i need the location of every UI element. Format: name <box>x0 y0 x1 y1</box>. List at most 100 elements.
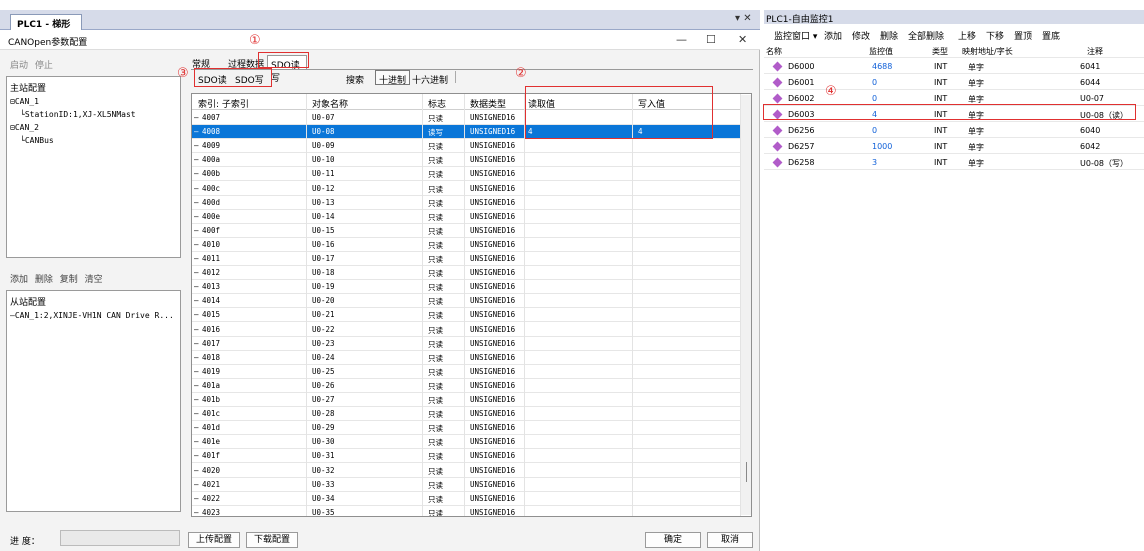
table-cell: 4021 <box>202 479 221 489</box>
monitor-cell: 单字 <box>968 127 984 136</box>
col-object-name[interactable]: 对象名称 <box>312 97 348 110</box>
tree-line-icon: — <box>194 239 199 249</box>
slave-config-panel: 从站配置 —CAN_1:2,XINJE-VH1N CAN Drive R... <box>6 290 181 512</box>
stop-button[interactable]: 停止 <box>35 61 53 71</box>
copy-button[interactable]: 复制 <box>60 275 78 285</box>
monitor-tool-6[interactable]: 下移 <box>986 29 1004 42</box>
table-row[interactable]: 400b U0-11 只读 UNSIGNED16 — <box>192 167 740 182</box>
table-row[interactable]: 4019 U0-25 只读 UNSIGNED16 — <box>192 365 740 379</box>
table-row[interactable]: 4014 U0-20 只读 UNSIGNED16 — <box>192 294 740 309</box>
table-row[interactable]: 4016 U0-22 只读 UNSIGNED16 — <box>192 323 740 337</box>
monitor-row[interactable]: D6256 0 INT 单字 6040 <box>764 122 1144 138</box>
table-cell: 只读 <box>428 508 443 517</box>
monitor-tool-1[interactable]: 添加 <box>824 29 842 42</box>
table-row[interactable]: 4017 U0-23 只读 UNSIGNED16 — <box>192 337 740 351</box>
monitor-tool-8[interactable]: 置底 <box>1042 29 1060 42</box>
search-button[interactable]: 搜索 <box>346 73 364 86</box>
table-row[interactable]: 401a U0-26 只读 UNSIGNED16 — <box>192 379 740 393</box>
upload-config-button[interactable]: 上传配置 <box>188 532 240 548</box>
col-data-type[interactable]: 数据类型 <box>470 97 506 110</box>
table-row[interactable]: 4012 U0-18 只读 UNSIGNED16 — <box>192 266 740 281</box>
tree-node-station[interactable]: └StationID:1,XJ-XL5NMast <box>10 108 136 121</box>
monitor-tool-3[interactable]: 删除 <box>880 29 898 42</box>
table-row[interactable]: 401d U0-29 只读 UNSIGNED16 — <box>192 421 740 436</box>
tree-line-icon: — <box>194 380 199 390</box>
maximize-icon[interactable]: ☐ <box>706 33 716 46</box>
table-row[interactable]: 400e U0-14 只读 UNSIGNED16 — <box>192 210 740 224</box>
minimize-icon[interactable]: — <box>676 33 687 46</box>
table-cell: 401d <box>202 423 221 433</box>
monitor-row[interactable]: D6258 3 INT 单字 U0-08（写） <box>764 154 1144 170</box>
table-row[interactable]: 400c U0-12 只读 UNSIGNED16 — <box>192 182 740 196</box>
slave-config-title: 从站配置 <box>10 298 47 308</box>
monitor-cell: INT <box>934 94 948 103</box>
start-button[interactable]: 启动 <box>10 61 28 71</box>
monitor-tool-2[interactable]: 修改 <box>852 29 870 42</box>
monitor-cell: D6256 <box>788 126 815 135</box>
table-cell: 只读 <box>428 494 443 504</box>
tab-plc1-ladder[interactable]: PLC1 - 梯形图 <box>10 14 82 43</box>
scrollbar-thumb[interactable] <box>746 462 747 482</box>
table-cell: U0-25 <box>312 366 335 376</box>
table-row[interactable]: 4022 U0-34 只读 UNSIGNED16 — <box>192 492 740 506</box>
download-config-button[interactable]: 下载配置 <box>246 532 298 548</box>
column-divider <box>524 94 525 516</box>
table-cell: 4023 <box>202 507 221 517</box>
hex-toggle[interactable]: 十六进制 <box>412 73 448 86</box>
table-row[interactable]: 401f U0-31 只读 UNSIGNED16 — <box>192 449 740 464</box>
monitor-tool-7[interactable]: 置顶 <box>1014 29 1032 42</box>
decimal-toggle[interactable]: 十进制 <box>375 70 411 86</box>
table-cell: UNSIGNED16 <box>470 282 516 292</box>
table-cell: UNSIGNED16 <box>470 380 516 390</box>
table-row[interactable]: 400a U0-10 只读 UNSIGNED16 — <box>192 153 740 168</box>
delete-button[interactable]: 删除 <box>35 275 53 285</box>
table-row[interactable]: 4021 U0-33 只读 UNSIGNED16 — <box>192 478 740 492</box>
table-row[interactable]: 4023 U0-35 只读 UNSIGNED16 — <box>192 506 740 517</box>
table-cell: U0-21 <box>312 310 335 320</box>
monitor-tool-5[interactable]: 上移 <box>958 29 976 42</box>
table-row[interactable]: 4020 U0-32 只读 UNSIGNED16 — <box>192 464 740 478</box>
table-row[interactable]: 4009 U0-09 只读 UNSIGNED16 — <box>192 139 740 154</box>
table-row[interactable]: 400d U0-13 只读 UNSIGNED16 — <box>192 196 740 210</box>
add-button[interactable]: 添加 <box>10 275 28 285</box>
monitor-row[interactable]: D6001 0 INT 单字 6044 <box>764 74 1144 90</box>
monitor-cell: D6002 <box>788 94 815 103</box>
table-cell: UNSIGNED16 <box>470 479 516 489</box>
table-cell: UNSIGNED16 <box>470 169 516 179</box>
monitor-tool-0[interactable]: 监控窗口 ▾ <box>774 29 817 42</box>
table-row[interactable]: 4013 U0-19 只读 UNSIGNED16 — <box>192 280 740 295</box>
table-row[interactable]: 401c U0-28 只读 UNSIGNED16 — <box>192 407 740 422</box>
clear-button[interactable]: 清空 <box>85 275 103 285</box>
tree-node-can1[interactable]: ⊟CAN_1 <box>10 95 136 108</box>
tree-line-icon: — <box>194 268 199 278</box>
tree-node-can2[interactable]: ⊟CAN_2 <box>10 121 136 134</box>
table-cell: UNSIGNED16 <box>470 197 516 207</box>
monitor-row[interactable]: D6000 4688 INT 单字 6041 <box>764 58 1144 74</box>
ok-button[interactable]: 确定 <box>645 532 701 548</box>
col-index[interactable]: 索引: 子索引 <box>198 97 249 110</box>
table-row[interactable]: 4018 U0-24 只读 UNSIGNED16 — <box>192 351 740 365</box>
table-row[interactable]: 400f U0-15 只读 UNSIGNED16 — <box>192 224 740 238</box>
cancel-button[interactable]: 取消 <box>707 532 753 548</box>
tree-node-canbus[interactable]: └CANBus <box>10 134 136 147</box>
table-cell: 4018 <box>202 352 221 362</box>
table-cell: UNSIGNED16 <box>470 352 516 362</box>
monitor-row[interactable]: D6257 1000 INT 单字 6042 <box>764 138 1144 154</box>
table-cell: 只读 <box>428 240 443 250</box>
col-flag[interactable]: 标志 <box>428 97 446 110</box>
table-row[interactable]: 4015 U0-21 只读 UNSIGNED16 — <box>192 308 740 323</box>
table-row[interactable]: 401b U0-27 只读 UNSIGNED16 — <box>192 393 740 408</box>
table-row[interactable]: 4010 U0-16 只读 UNSIGNED16 — <box>192 238 740 252</box>
monitor-cell: 0 <box>872 78 878 87</box>
tab-menu-close[interactable]: ▾ ✕ <box>735 13 752 24</box>
table-cell: 只读 <box>428 269 443 279</box>
table-scrollbar[interactable] <box>741 95 751 515</box>
monitor-tool-4[interactable]: 全部删除 <box>908 29 944 42</box>
table-cell: 4020 <box>202 465 221 475</box>
table-row[interactable]: 4011 U0-17 只读 UNSIGNED16 — <box>192 252 740 267</box>
tree-node-slave[interactable]: —CAN_1:2,XINJE-VH1N CAN Drive R... <box>10 309 174 322</box>
close-icon[interactable]: ✕ <box>738 33 747 46</box>
tree-line-icon: — <box>194 465 199 475</box>
table-row[interactable]: 401e U0-30 只读 UNSIGNED16 — <box>192 435 740 450</box>
master-tree: ⊟CAN_1 └StationID:1,XJ-XL5NMast ⊟CAN_2 └… <box>10 95 136 147</box>
